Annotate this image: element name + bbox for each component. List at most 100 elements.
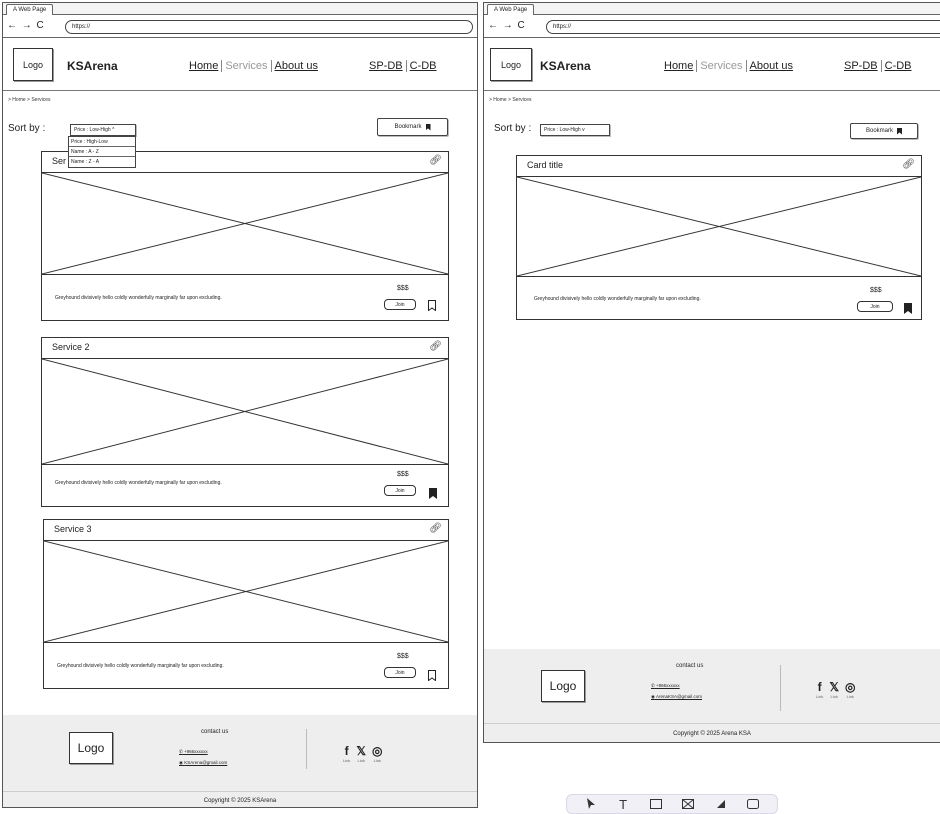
service-card: Card title 🔗︎ Greyhound divisively hello… [516,155,922,320]
bookmark-filled-icon[interactable] [904,301,912,319]
url-bar[interactable]: https:// [65,20,473,34]
service-card: Service 2 🔗︎ Greyhound divisively hello … [41,337,449,507]
bookmark-outline-icon[interactable] [428,300,436,311]
browser-nav-row: ← → C https:// [3,16,477,38]
instagram-icon: ◎ [372,744,383,758]
link-icon[interactable]: 🔗︎ [429,523,442,534]
eraser-icon[interactable] [712,797,730,811]
social-link-label: Link [343,758,351,763]
brand-name: KSArena [540,59,591,73]
phone-icon: ✆ [179,749,183,754]
instagram-link[interactable]: ◎ Link [372,744,383,764]
nav-services[interactable]: Services [221,60,271,72]
bookmark-button[interactable]: Bookmark [850,123,918,139]
join-button[interactable]: Join [384,485,416,496]
link-icon[interactable]: 🔗︎ [429,155,442,166]
breadcrumb[interactable]: > Home > Services [489,97,532,103]
phone-icon: ✆ [651,683,655,688]
instagram-icon: ◎ [845,680,856,694]
contact-email[interactable]: ◉ KSArena@gmail.com [179,760,227,766]
sort-option-price-high-low[interactable]: Price : High-Low [69,137,135,147]
browser-tab[interactable]: A Web Page [487,4,535,15]
sort-select[interactable]: Price : Low-High ^ [70,124,136,136]
copyright: Copyright © 2025 Arena KSA [484,723,940,742]
sort-option-name-a-z[interactable]: Name : A - Z [69,147,135,157]
rectangle-icon[interactable] [647,797,665,811]
facebook-icon: f [817,680,822,694]
nav-home[interactable]: Home [186,60,221,72]
browser-tab[interactable]: A Web Page [6,4,54,15]
social-link-label: Link [816,694,824,699]
contact-phone[interactable]: ✆ +966xxxxxx [651,683,680,689]
bookmark-button[interactable]: Bookmark [377,118,448,136]
contact-email[interactable]: ◉ ArenaKSA@gmail.com [651,694,702,700]
secondary-nav: SP-DB C-DB [841,60,915,72]
link-icon[interactable]: 🔗︎ [429,341,442,352]
card-description: Greyhound divisively hello coldly wonder… [55,480,222,486]
contact-title: contact us [201,729,229,735]
nav-c-db[interactable]: C-DB [405,60,440,72]
header-logo[interactable]: Logo [13,48,53,81]
phone-number: +966xxxxxx [184,749,208,754]
card-image-placeholder [516,176,922,277]
social-link-label: Link [373,758,381,763]
site-header: Logo KSArena Home Services About us SP-DB C… [3,39,477,91]
card-title: Service 3 [54,524,92,534]
nav-home[interactable]: Home [661,60,696,72]
x-icon: 𝕏 [829,680,840,694]
breadcrumb[interactable]: > Home > Services [8,97,51,103]
join-button[interactable]: Join [857,301,893,312]
browser-nav-buttons[interactable]: ← → C [7,20,45,31]
header-logo[interactable]: Logo [490,48,532,81]
bookmark-outline-icon[interactable] [428,668,436,686]
nav-about[interactable]: About us [270,60,321,72]
copyright: Copyright © 2025 KSArena [3,791,477,807]
facebook-link[interactable]: f Link [816,680,824,700]
sort-label: Sort by : [8,123,46,134]
phone-number: +966xxxxxx [656,683,680,688]
x-icon: 𝕏 [356,744,367,758]
image-icon[interactable] [679,797,697,811]
nav-sp-db[interactable]: SP-DB [841,60,881,72]
facebook-icon: f [344,744,349,758]
nav-services[interactable]: Services [696,60,746,72]
contact-phone[interactable]: ✆ +966xxxxxx [179,749,208,755]
frame-icon[interactable] [744,797,762,811]
brand-name: KSArena [67,59,118,73]
card-image-placeholder [43,540,449,643]
nav-c-db[interactable]: C-DB [880,60,915,72]
join-button[interactable]: Join [384,299,416,310]
browser-nav-buttons[interactable]: ← → C [488,20,526,31]
nav-about[interactable]: About us [745,60,796,72]
instagram-link[interactable]: ◎ Link [845,680,856,700]
url-bar[interactable]: https:// [546,20,940,34]
main-nav: Home Services About us [186,60,321,72]
tab-bar [3,3,477,15]
card-description: Greyhound divisively hello coldly wonder… [55,295,222,301]
secondary-nav: SP-DB C-DB [366,60,440,72]
service-card: Ser 🔗︎ Greyhound divisively hello coldly… [41,151,449,321]
join-button[interactable]: Join [384,667,416,678]
social-links: f Link 𝕏 Link ◎ Link [816,680,856,700]
pointer-icon[interactable] [582,797,600,811]
social-links: f Link 𝕏 Link ◎ Link [343,744,383,764]
sort-label: Sort by : [494,123,532,134]
link-icon[interactable]: 🔗︎ [902,159,915,170]
bookmark-filled-icon[interactable] [429,486,437,504]
footer-logo[interactable]: Logo [69,732,113,764]
bookmark-icon [897,127,902,135]
facebook-link[interactable]: f Link [343,744,351,764]
sort-option-name-z-a[interactable]: Name : Z - A [69,157,135,167]
x-link[interactable]: 𝕏 Link [829,680,840,700]
main-nav: Home Services About us [661,60,796,72]
bookmark-button-label: Bookmark [394,124,422,130]
footer-logo[interactable]: Logo [541,670,585,702]
x-link[interactable]: 𝕏 Link [356,744,367,764]
email-address: KSArena@gmail.com [184,760,228,765]
card-price: $$$ [397,285,409,292]
text-icon[interactable]: T [614,797,632,812]
sort-select[interactable]: Price : Low-High v [540,124,610,136]
social-link-label: Link [830,694,838,699]
social-link-label: Link [357,758,365,763]
nav-sp-db[interactable]: SP-DB [366,60,406,72]
